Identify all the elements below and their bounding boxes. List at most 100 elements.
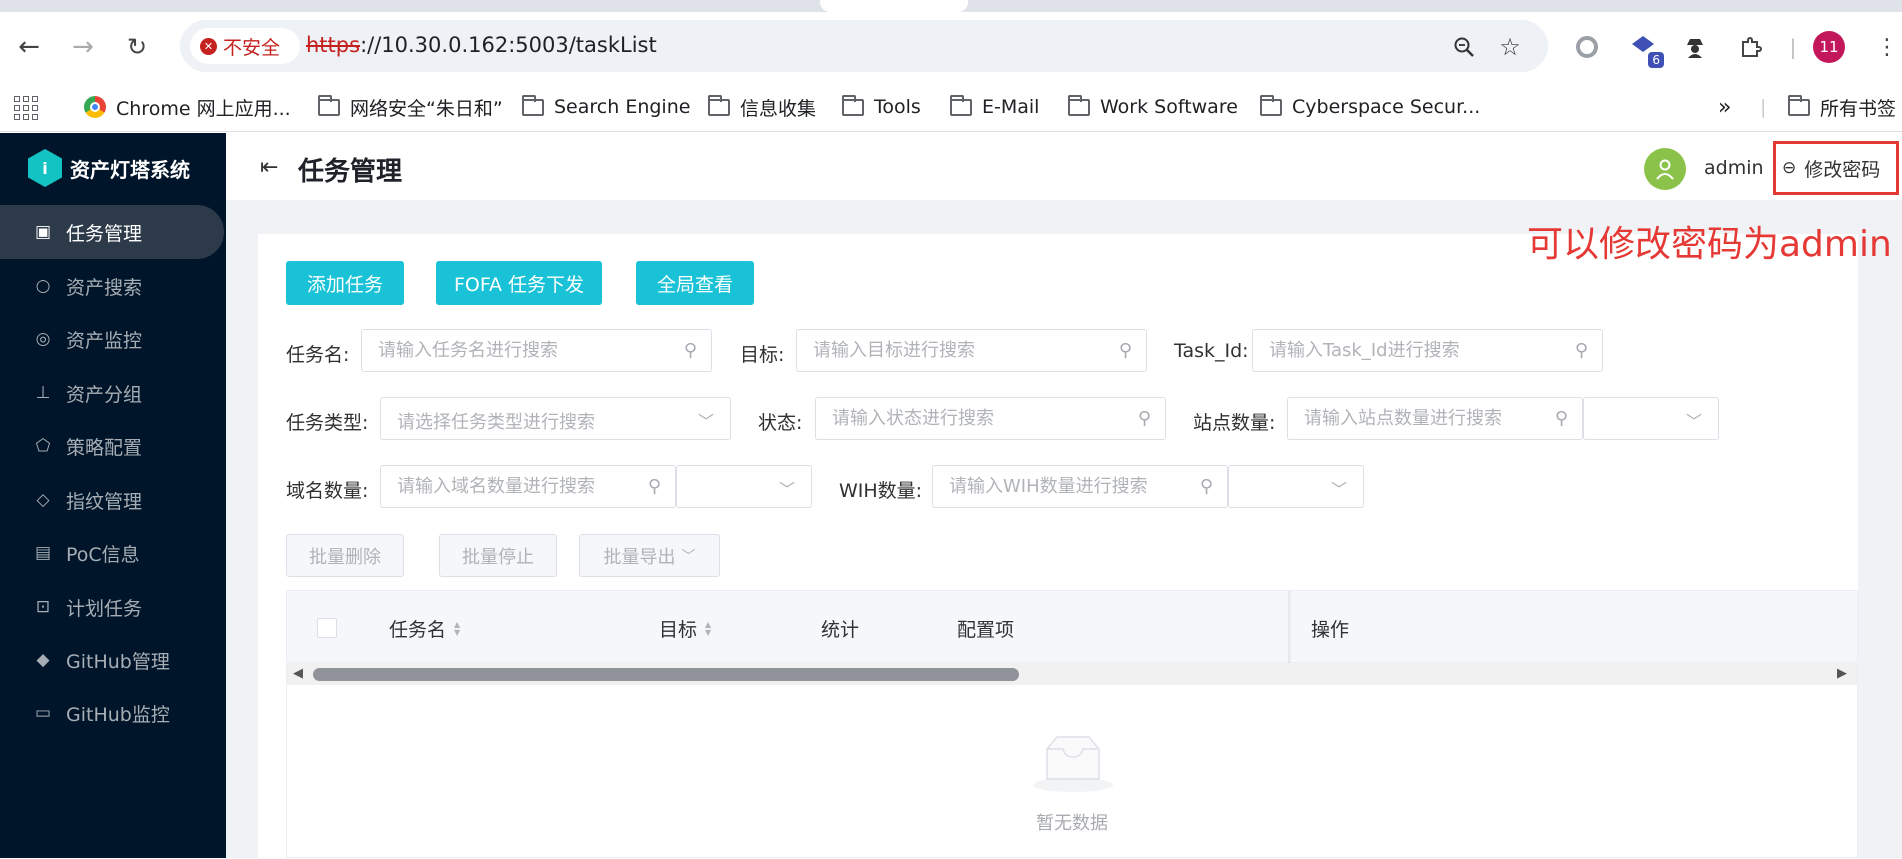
spy-extension-icon[interactable] <box>1678 30 1712 64</box>
active-tab[interactable] <box>820 0 968 12</box>
sidebar-item-label: 任务管理 <box>66 222 143 245</box>
puzzle-extensions-icon[interactable] <box>1734 30 1768 64</box>
batch-delete-label: 批量删除 <box>309 546 381 568</box>
brand[interactable]: i 资产灯塔系统 <box>0 133 226 203</box>
status-search-input[interactable]: ⚲ <box>815 397 1166 440</box>
domain-count-search-input[interactable]: ⚲ <box>380 465 676 508</box>
profile-avatar[interactable]: 11 <box>1813 31 1845 63</box>
folder-icon <box>708 94 730 116</box>
scrollbar-thumb[interactable] <box>313 668 1019 681</box>
username[interactable]: admin <box>1704 157 1764 179</box>
task-id-search-input[interactable]: ⚲ <box>1252 329 1603 372</box>
search-icon[interactable]: ⚲ <box>1555 408 1568 429</box>
sidebar-item-policy-config[interactable]: ⬠ 策略配置 <box>0 419 226 473</box>
site-count-input[interactable] <box>1304 408 1527 429</box>
wih-count-search-input[interactable]: ⚲ <box>932 465 1228 508</box>
sort-icon[interactable]: ▲ ▼ <box>454 620 460 637</box>
task-name-input[interactable] <box>378 340 645 361</box>
batch-export-button[interactable]: 批量导出 ﹀ <box>579 534 720 577</box>
sidebar-item-asset-monitor[interactable]: ◎ 资产监控 <box>0 312 226 366</box>
chrome-logo-icon <box>84 96 106 118</box>
sidebar-item-asset-search[interactable]: ○ 资产搜索 <box>0 259 226 313</box>
domain-count-operator-select[interactable]: ﹀ <box>676 465 812 508</box>
sidebar-item-label: 策略配置 <box>66 436 143 459</box>
task-type-select[interactable]: 请选择任务类型进行搜索 ﹀ <box>380 397 731 440</box>
user-avatar-icon[interactable] <box>1644 148 1686 190</box>
bookmark-star-icon[interactable]: ☆ <box>1496 33 1524 61</box>
target-search-input[interactable]: ⚲ <box>796 329 1147 372</box>
search-icon[interactable]: ⚲ <box>1119 340 1132 361</box>
sidebar-item-asset-group[interactable]: ⊥ 资产分组 <box>0 366 226 420</box>
address-bar[interactable]: ✕ 不安全 https://10.30.0.162:5003/taskList … <box>180 20 1548 72</box>
domain-count-input[interactable] <box>397 476 620 497</box>
bookmarks-divider: | <box>1760 96 1767 118</box>
sidebar-item-fingerprint[interactable]: ◇ 指纹管理 <box>0 473 226 527</box>
all-bookmarks-folder[interactable]: 所有书签 <box>1788 92 1896 122</box>
select-all-checkbox[interactable] <box>317 618 337 638</box>
horizontal-scrollbar[interactable]: ◀ ▶ <box>287 663 1857 685</box>
global-view-button[interactable]: 全局查看 <box>636 261 754 305</box>
security-indicator[interactable]: ✕ 不安全 <box>190 28 300 64</box>
reload-icon[interactable]: ↻ <box>122 32 152 62</box>
search-icon[interactable]: ⚲ <box>1200 476 1213 497</box>
url-text[interactable]: https://10.30.0.162:5003/taskList <box>306 33 657 57</box>
bookmark-label: Tools <box>874 96 921 118</box>
fofa-task-button[interactable]: FOFA 任务下发 <box>436 261 602 305</box>
search-icon[interactable]: ⚲ <box>1138 408 1151 429</box>
sidebar-item-scheduled-task[interactable]: ⊡ 计划任务 <box>0 580 226 634</box>
search-icon[interactable]: ⚲ <box>1575 340 1588 361</box>
extension-circle-icon[interactable] <box>1570 30 1604 64</box>
search-icon[interactable]: ⚲ <box>684 340 697 361</box>
bookmark-chrome-store[interactable]: Chrome 网上应用... <box>84 92 291 122</box>
bookmark-folder-work-software[interactable]: Work Software <box>1068 92 1238 122</box>
column-target[interactable]: 目标 ▲ ▼ <box>659 615 711 642</box>
batch-delete-button[interactable]: 批量删除 <box>286 534 404 577</box>
logout-icon: ⊖ <box>1782 158 1797 178</box>
bookmark-folder-email[interactable]: E-Mail <box>950 92 1039 122</box>
page-title: 任务管理 <box>298 157 403 187</box>
sidebar-item-label: GitHub管理 <box>66 650 170 673</box>
batch-stop-label: 批量停止 <box>462 546 534 568</box>
scroll-right-arrow-icon[interactable]: ▶ <box>1837 666 1847 681</box>
search-icon[interactable]: ⚲ <box>648 476 661 497</box>
site-count-operator-select[interactable]: ﹀ <box>1583 397 1719 440</box>
wih-count-operator-select[interactable]: ﹀ <box>1228 465 1364 508</box>
bookmark-label: E-Mail <box>982 96 1040 118</box>
bookmark-folder-tools[interactable]: Tools <box>842 92 921 122</box>
bookmarks-overflow-icon[interactable]: » <box>1718 92 1731 122</box>
kebab-menu-icon[interactable]: ⋮ <box>1870 30 1902 64</box>
task-name-search-input[interactable]: ⚲ <box>361 329 712 372</box>
sidebar-item-poc[interactable]: ▤ PoC信息 <box>0 526 226 580</box>
status-input[interactable] <box>832 408 1099 429</box>
target-input[interactable] <box>813 340 1080 361</box>
forward-arrow-icon[interactable]: → <box>68 32 98 62</box>
collapse-sidebar-icon[interactable]: ⇤ <box>260 155 278 180</box>
lighthouse-logo-icon: i <box>28 149 62 187</box>
bookmark-folder-info[interactable]: 信息收集 <box>708 92 816 122</box>
change-password-button[interactable]: ⊖ 修改密码 <box>1773 141 1899 195</box>
apps-grid-icon[interactable] <box>14 96 38 120</box>
sidebar-item-task-management[interactable]: ▣ 任务管理 <box>0 205 224 259</box>
fixed-column-shadow <box>1288 591 1292 663</box>
batch-stop-button[interactable]: 批量停止 <box>439 534 557 577</box>
bookmark-folder-cyberspace[interactable]: Cyberspace Secur... <box>1260 92 1480 122</box>
sidebar-item-github-management[interactable]: ◆ GitHub管理 <box>0 633 226 687</box>
sidebar-item-label: GitHub监控 <box>66 703 170 726</box>
sidebar-item-label: 资产监控 <box>66 329 143 352</box>
back-arrow-icon[interactable]: ← <box>14 32 44 62</box>
zoom-icon[interactable] <box>1450 33 1478 61</box>
task-id-label: Task_Id: <box>1174 340 1249 362</box>
site-count-search-input[interactable]: ⚲ <box>1287 397 1583 440</box>
column-task-name[interactable]: 任务名 ▲ ▼ <box>389 615 460 642</box>
add-task-button[interactable]: 添加任务 <box>286 261 404 305</box>
bookmark-folder-search-engine[interactable]: Search Engine <box>522 92 690 122</box>
extension-badge-icon[interactable]: 6 <box>1626 30 1664 68</box>
bookmark-folder-security[interactable]: 网络安全“朱日和” <box>318 92 503 122</box>
wih-count-input[interactable] <box>949 476 1172 497</box>
scroll-left-arrow-icon[interactable]: ◀ <box>293 666 303 681</box>
task-id-input[interactable] <box>1269 340 1536 361</box>
sidebar-item-github-monitor[interactable]: ▭ GitHub监控 <box>0 686 226 740</box>
sort-icon[interactable]: ▲ ▼ <box>705 620 711 637</box>
empty-inbox-icon <box>1033 736 1113 792</box>
column-actions: 操作 <box>1311 615 1349 642</box>
